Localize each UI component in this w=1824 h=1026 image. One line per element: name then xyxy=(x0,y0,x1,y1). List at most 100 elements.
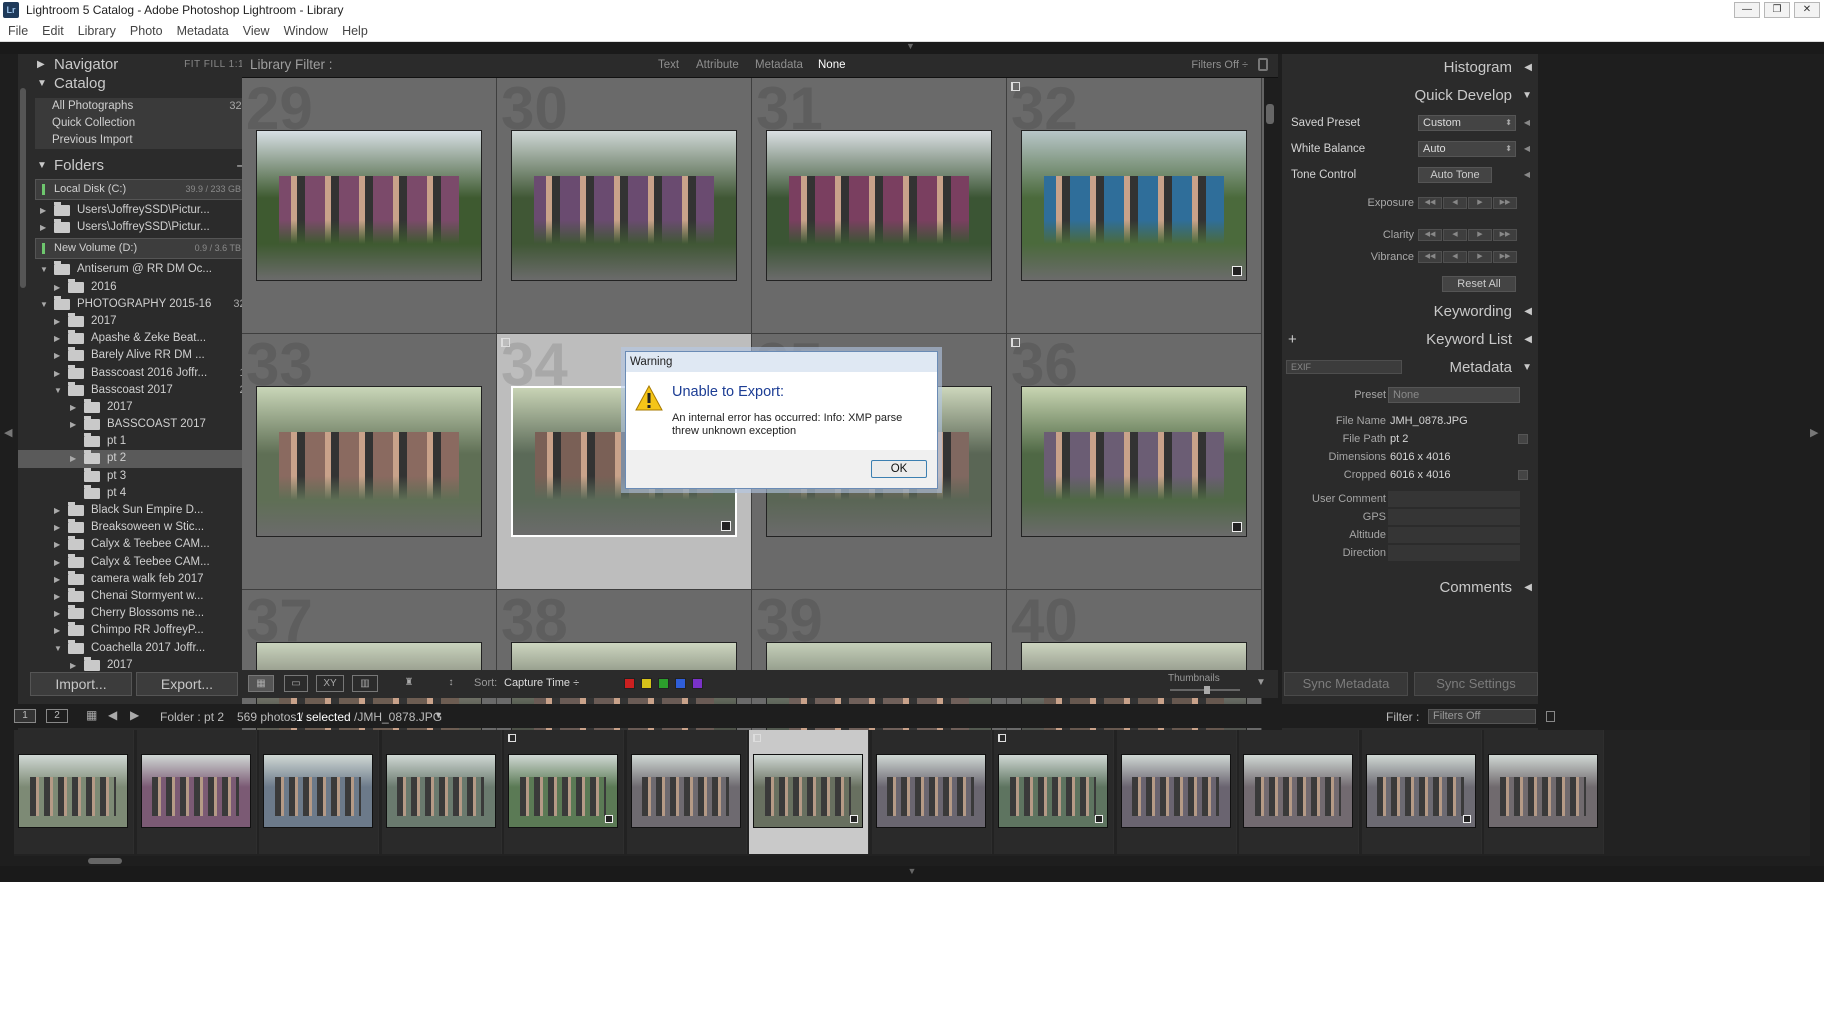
close-button[interactable]: ✕ xyxy=(1794,2,1820,18)
filmstrip-cell[interactable] xyxy=(504,730,624,854)
menu-edit[interactable]: Edit xyxy=(42,24,64,38)
photo-thumbnail[interactable] xyxy=(256,130,482,281)
folder-item[interactable]: ▶Basscoast 2016 Joffr...1723 xyxy=(18,364,276,382)
filmstrip-cell[interactable] xyxy=(994,730,1114,854)
expand-triangle-icon[interactable]: ▶ xyxy=(70,416,76,433)
color-label-swatch[interactable] xyxy=(658,678,669,689)
sync-settings-button[interactable]: Sync Settings xyxy=(1414,672,1538,696)
step-up-large-button[interactable]: ▶▶ xyxy=(1493,229,1517,241)
filmstrip-cell[interactable] xyxy=(259,730,379,854)
folder-item[interactable]: ▶camera walk feb 201783 xyxy=(18,570,276,588)
ok-button[interactable]: OK xyxy=(871,460,927,478)
step-up-large-button[interactable]: ▶▶ xyxy=(1493,197,1517,209)
menu-library[interactable]: Library xyxy=(78,24,116,38)
folder-item[interactable]: ▶Barely Alive RR DM ...95 xyxy=(18,347,276,364)
metadata-badge-icon[interactable] xyxy=(1232,522,1242,532)
filmstrip-cell[interactable] xyxy=(1116,730,1237,854)
grid-cell[interactable]: 30 xyxy=(497,78,752,334)
left-panel-scrollbar[interactable] xyxy=(20,88,26,288)
menu-file[interactable]: File xyxy=(8,24,28,38)
expand-triangle-icon[interactable]: ▶ xyxy=(54,313,60,330)
filmstrip-thumbnail[interactable] xyxy=(630,754,741,828)
lock-icon[interactable] xyxy=(1258,58,1268,71)
photo-thumbnail[interactable] xyxy=(1021,130,1247,281)
filmstrip-filter-select[interactable]: Filters Off xyxy=(1428,709,1536,724)
histogram-header[interactable]: Histogram ◀ xyxy=(1282,54,1538,82)
filmstrip-thumbnail[interactable] xyxy=(140,754,251,828)
metadata-field-input[interactable] xyxy=(1388,509,1520,525)
filmstrip-cell[interactable] xyxy=(749,730,869,854)
export-button[interactable]: Export... xyxy=(136,672,238,696)
folder-item[interactable]: ▶2016111 xyxy=(18,278,276,296)
folder-item[interactable]: pt 1134 xyxy=(18,433,276,450)
folder-item[interactable]: ▶Apashe & Zeke Beat...118 xyxy=(18,330,276,347)
expand-triangle-icon[interactable]: ◀ xyxy=(1524,110,1530,136)
color-label-swatch[interactable] xyxy=(675,678,686,689)
painter-icon[interactable]: ♜ xyxy=(402,675,416,692)
compare-view-icon[interactable]: XY xyxy=(316,675,344,692)
filmstrip-scrollbar[interactable] xyxy=(88,858,122,864)
filmstrip-thumbnail[interactable] xyxy=(385,754,496,828)
filmstrip-thumbnail[interactable] xyxy=(508,754,618,828)
filter-none-option[interactable]: None xyxy=(818,59,846,71)
color-label-swatch[interactable] xyxy=(641,678,652,689)
catalog-item[interactable]: All Photographs32423 xyxy=(35,98,266,115)
keywording-header[interactable]: Keywording ◀ xyxy=(1282,298,1538,326)
grid-cell[interactable]: 36 xyxy=(1007,334,1262,590)
metadata-header[interactable]: EXIF Metadata ▼ xyxy=(1282,354,1538,382)
expand-triangle-icon[interactable]: ◀ xyxy=(1524,136,1530,162)
menu-metadata[interactable]: Metadata xyxy=(177,24,229,38)
flag-icon[interactable] xyxy=(501,338,510,347)
step-up-large-button[interactable]: ▶▶ xyxy=(1493,251,1517,263)
filmstrip-cell[interactable] xyxy=(136,730,257,854)
folder-item[interactable]: ▶Cherry Blossoms ne...78 xyxy=(18,605,276,622)
reset-all-button[interactable]: Reset All xyxy=(1442,276,1516,292)
volume-new-volume[interactable]: New Volume (D:) 0.9 / 3.6 TB ▼ xyxy=(35,238,266,260)
folder-item[interactable]: ▶2017188 xyxy=(18,398,276,416)
volume-local-disk[interactable]: Local Disk (C:) 39.9 / 233 GB ▼ xyxy=(35,179,266,200)
expand-triangle-icon[interactable]: ▶ xyxy=(54,554,60,571)
menu-help[interactable]: Help xyxy=(342,24,368,38)
folder-item[interactable]: ▶Breaksoween w Stic...242 xyxy=(18,519,276,536)
filmstrip-thumbnail[interactable] xyxy=(998,754,1108,828)
lock-icon[interactable] xyxy=(1546,711,1555,722)
go-to-arrow-icon[interactable] xyxy=(1518,470,1528,480)
folder-item[interactable]: ▶201733 xyxy=(18,312,276,330)
expand-triangle-icon[interactable]: ▶ xyxy=(54,622,60,639)
filter-presets-dropdown[interactable]: Filters Off ÷ xyxy=(1191,59,1248,71)
survey-view-icon[interactable]: ▥ xyxy=(352,675,378,692)
metadata-field-input[interactable] xyxy=(1388,491,1520,507)
quick-develop-header[interactable]: Quick Develop ▼ xyxy=(1282,82,1538,110)
expand-triangle-icon[interactable]: ▶ xyxy=(54,605,60,622)
expand-triangle-icon[interactable]: ▶ xyxy=(70,450,76,467)
loupe-view-icon[interactable]: ▭ xyxy=(284,675,308,692)
metadata-badge-icon[interactable] xyxy=(850,815,858,823)
folders-header[interactable]: ▼ Folders – + xyxy=(18,155,276,177)
filmstrip-cell[interactable] xyxy=(1361,730,1482,854)
folder-item[interactable]: ▼Basscoast 20172288 xyxy=(18,381,276,399)
expand-triangle-icon[interactable]: ▶ xyxy=(54,347,60,364)
filmstrip-cell[interactable] xyxy=(14,730,134,854)
forward-arrow-icon[interactable]: ▶ xyxy=(130,708,139,722)
expand-triangle-icon[interactable]: ▶ xyxy=(54,502,60,519)
import-button[interactable]: Import... xyxy=(30,672,132,696)
filmstrip-thumbnail[interactable] xyxy=(1120,754,1231,828)
sync-metadata-button[interactable]: Sync Metadata xyxy=(1284,672,1408,696)
step-down-large-button[interactable]: ◀◀ xyxy=(1418,197,1442,209)
filmstrip-cell[interactable] xyxy=(1239,730,1359,854)
filter-attribute-option[interactable]: Attribute xyxy=(696,59,739,71)
catalog-item[interactable]: Quick Collection0 xyxy=(35,115,266,132)
top-panel-toggle[interactable]: ▼ xyxy=(0,41,1824,54)
add-keyword-plus-icon[interactable]: + xyxy=(1288,326,1297,354)
photo-thumbnail[interactable] xyxy=(766,130,992,281)
metadata-preset-select[interactable]: None xyxy=(1388,387,1520,403)
step-down-button[interactable]: ◀ xyxy=(1443,197,1467,209)
minimize-button[interactable]: — xyxy=(1734,2,1760,18)
grid-scrollbar[interactable] xyxy=(1266,104,1274,124)
filmstrip-thumbnail[interactable] xyxy=(875,754,986,828)
step-down-large-button[interactable]: ◀◀ xyxy=(1418,229,1442,241)
metadata-badge-icon[interactable] xyxy=(1232,266,1242,276)
step-up-button[interactable]: ▶ xyxy=(1468,229,1492,241)
collapse-triangle-icon[interactable]: ▼ xyxy=(54,640,62,657)
collapse-triangle-icon[interactable]: ▼ xyxy=(54,382,62,399)
